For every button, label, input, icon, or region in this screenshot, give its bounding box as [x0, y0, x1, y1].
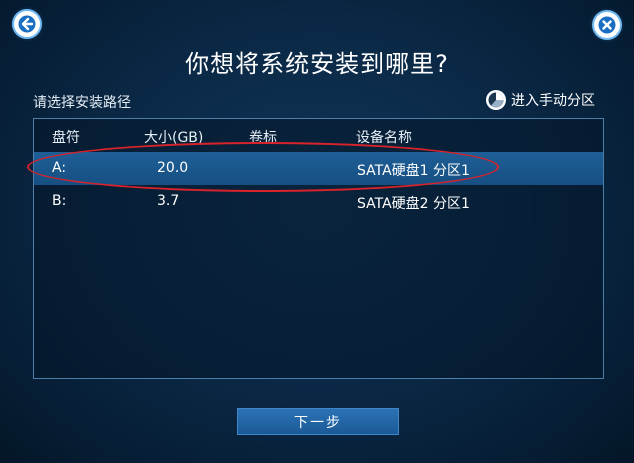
column-header-size: 大小(GB)	[144, 130, 204, 146]
pie-chart-icon	[486, 90, 506, 110]
manual-partition-label: 进入手动分区	[511, 93, 595, 109]
manual-partition-button[interactable]: 进入手动分区	[485, 88, 595, 112]
drive-letter-cell: B:	[52, 193, 67, 209]
table-row[interactable]: A: 20.0 SATA硬盘1 分区1	[34, 152, 603, 185]
next-step-button[interactable]: 下一步	[237, 408, 399, 435]
install-path-label: 请选择安装路径	[33, 95, 131, 111]
device-name-cell: SATA硬盘1 分区1	[357, 163, 470, 179]
size-cell: 20.0	[157, 160, 189, 176]
close-icon	[598, 16, 616, 34]
table-row[interactable]: B: 3.7 SATA硬盘2 分区1	[34, 185, 603, 218]
back-arrow-icon	[18, 15, 36, 33]
size-cell: 3.7	[157, 193, 180, 209]
device-name-cell: SATA硬盘2 分区1	[357, 196, 470, 212]
page-title: 你想将系统安装到哪里?	[185, 50, 449, 78]
column-header-volume-label: 卷标	[249, 130, 277, 146]
column-header-drive: 盘符	[52, 130, 80, 146]
drive-letter-cell: A:	[52, 160, 67, 176]
table-header: 盘符 大小(GB) 卷标 设备名称	[34, 119, 603, 152]
column-header-device-name: 设备名称	[356, 130, 412, 146]
close-button[interactable]	[594, 12, 620, 38]
back-button[interactable]	[14, 11, 40, 37]
partition-table: 盘符 大小(GB) 卷标 设备名称 A: 20.0 SATA硬盘1 分区1 B:…	[33, 118, 604, 379]
